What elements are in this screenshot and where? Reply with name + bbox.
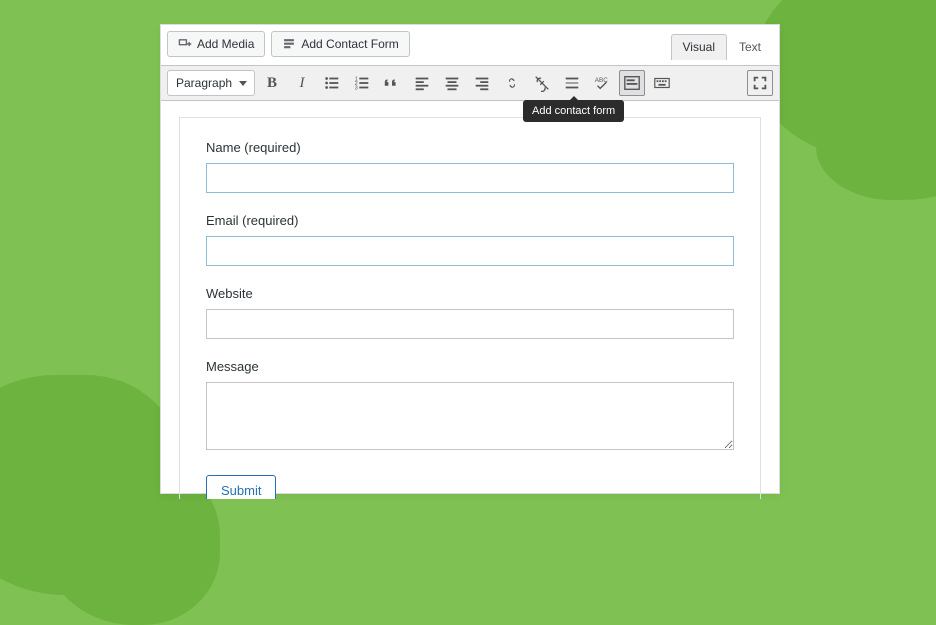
blockquote-icon <box>383 74 401 92</box>
fullscreen-button[interactable] <box>747 70 773 96</box>
fullscreen-icon <box>751 74 769 92</box>
form-icon <box>282 37 296 51</box>
add-contact-form-icon <box>623 74 641 92</box>
add-contact-form-button[interactable]: Add Contact Form <box>271 31 409 57</box>
link-icon <box>503 74 521 92</box>
align-center-button[interactable] <box>439 70 465 96</box>
unlink-icon <box>533 74 551 92</box>
toolbar-add-contact-form-button[interactable] <box>619 70 645 96</box>
align-left-button[interactable] <box>409 70 435 96</box>
format-selector[interactable]: Paragraph <box>167 70 255 96</box>
field-email: Email (required) <box>206 213 734 266</box>
media-icon <box>178 37 192 51</box>
blockquote-button[interactable] <box>379 70 405 96</box>
format-toolbar: Paragraph B I 123 ABC <box>161 65 779 101</box>
align-right-button[interactable] <box>469 70 495 96</box>
numbered-list-button[interactable]: 123 <box>349 70 375 96</box>
bulleted-list-button[interactable] <box>319 70 345 96</box>
media-toolbar: Add Media Add Contact Form Visual Text <box>161 25 779 65</box>
align-left-icon <box>413 74 431 92</box>
tooltip-add-contact-form: Add contact form <box>523 100 624 122</box>
editor-panel: Add Media Add Contact Form Visual Text P… <box>160 24 780 494</box>
format-selector-label: Paragraph <box>176 76 232 90</box>
field-website: Website <box>206 286 734 339</box>
insert-more-button[interactable] <box>559 70 585 96</box>
submit-button[interactable]: Submit <box>206 475 276 499</box>
field-label: Message <box>206 359 734 374</box>
spellcheck-icon: ABC <box>593 74 611 92</box>
tab-text[interactable]: Text <box>727 34 773 60</box>
contact-form-preview: Name (required) Email (required) Website… <box>179 117 761 499</box>
add-contact-form-label: Add Contact Form <box>301 37 398 51</box>
name-input[interactable] <box>206 163 734 193</box>
add-media-label: Add Media <box>197 37 254 51</box>
bulleted-list-icon <box>323 74 341 92</box>
field-label: Email (required) <box>206 213 734 228</box>
italic-icon: I <box>300 75 305 92</box>
tab-visual[interactable]: Visual <box>671 34 727 60</box>
email-input[interactable] <box>206 236 734 266</box>
keyboard-shortcuts-button[interactable] <box>649 70 675 96</box>
field-message: Message <box>206 359 734 455</box>
website-input[interactable] <box>206 309 734 339</box>
align-center-icon <box>443 74 461 92</box>
spellcheck-button[interactable]: ABC <box>589 70 615 96</box>
remove-link-button[interactable] <box>529 70 555 96</box>
read-more-icon <box>563 74 581 92</box>
keyboard-icon <box>653 74 671 92</box>
editor-mode-tabs: Visual Text <box>671 29 773 59</box>
field-label: Name (required) <box>206 140 734 155</box>
field-label: Website <box>206 286 734 301</box>
field-name: Name (required) <box>206 140 734 193</box>
editor-canvas[interactable]: Name (required) Email (required) Website… <box>161 101 779 499</box>
italic-button[interactable]: I <box>289 70 315 96</box>
add-media-button[interactable]: Add Media <box>167 31 265 57</box>
align-right-icon <box>473 74 491 92</box>
numbered-list-icon: 123 <box>353 74 371 92</box>
message-textarea[interactable] <box>206 382 734 450</box>
svg-text:3: 3 <box>355 85 358 91</box>
insert-link-button[interactable] <box>499 70 525 96</box>
bold-icon: B <box>267 75 277 92</box>
bold-button[interactable]: B <box>259 70 285 96</box>
